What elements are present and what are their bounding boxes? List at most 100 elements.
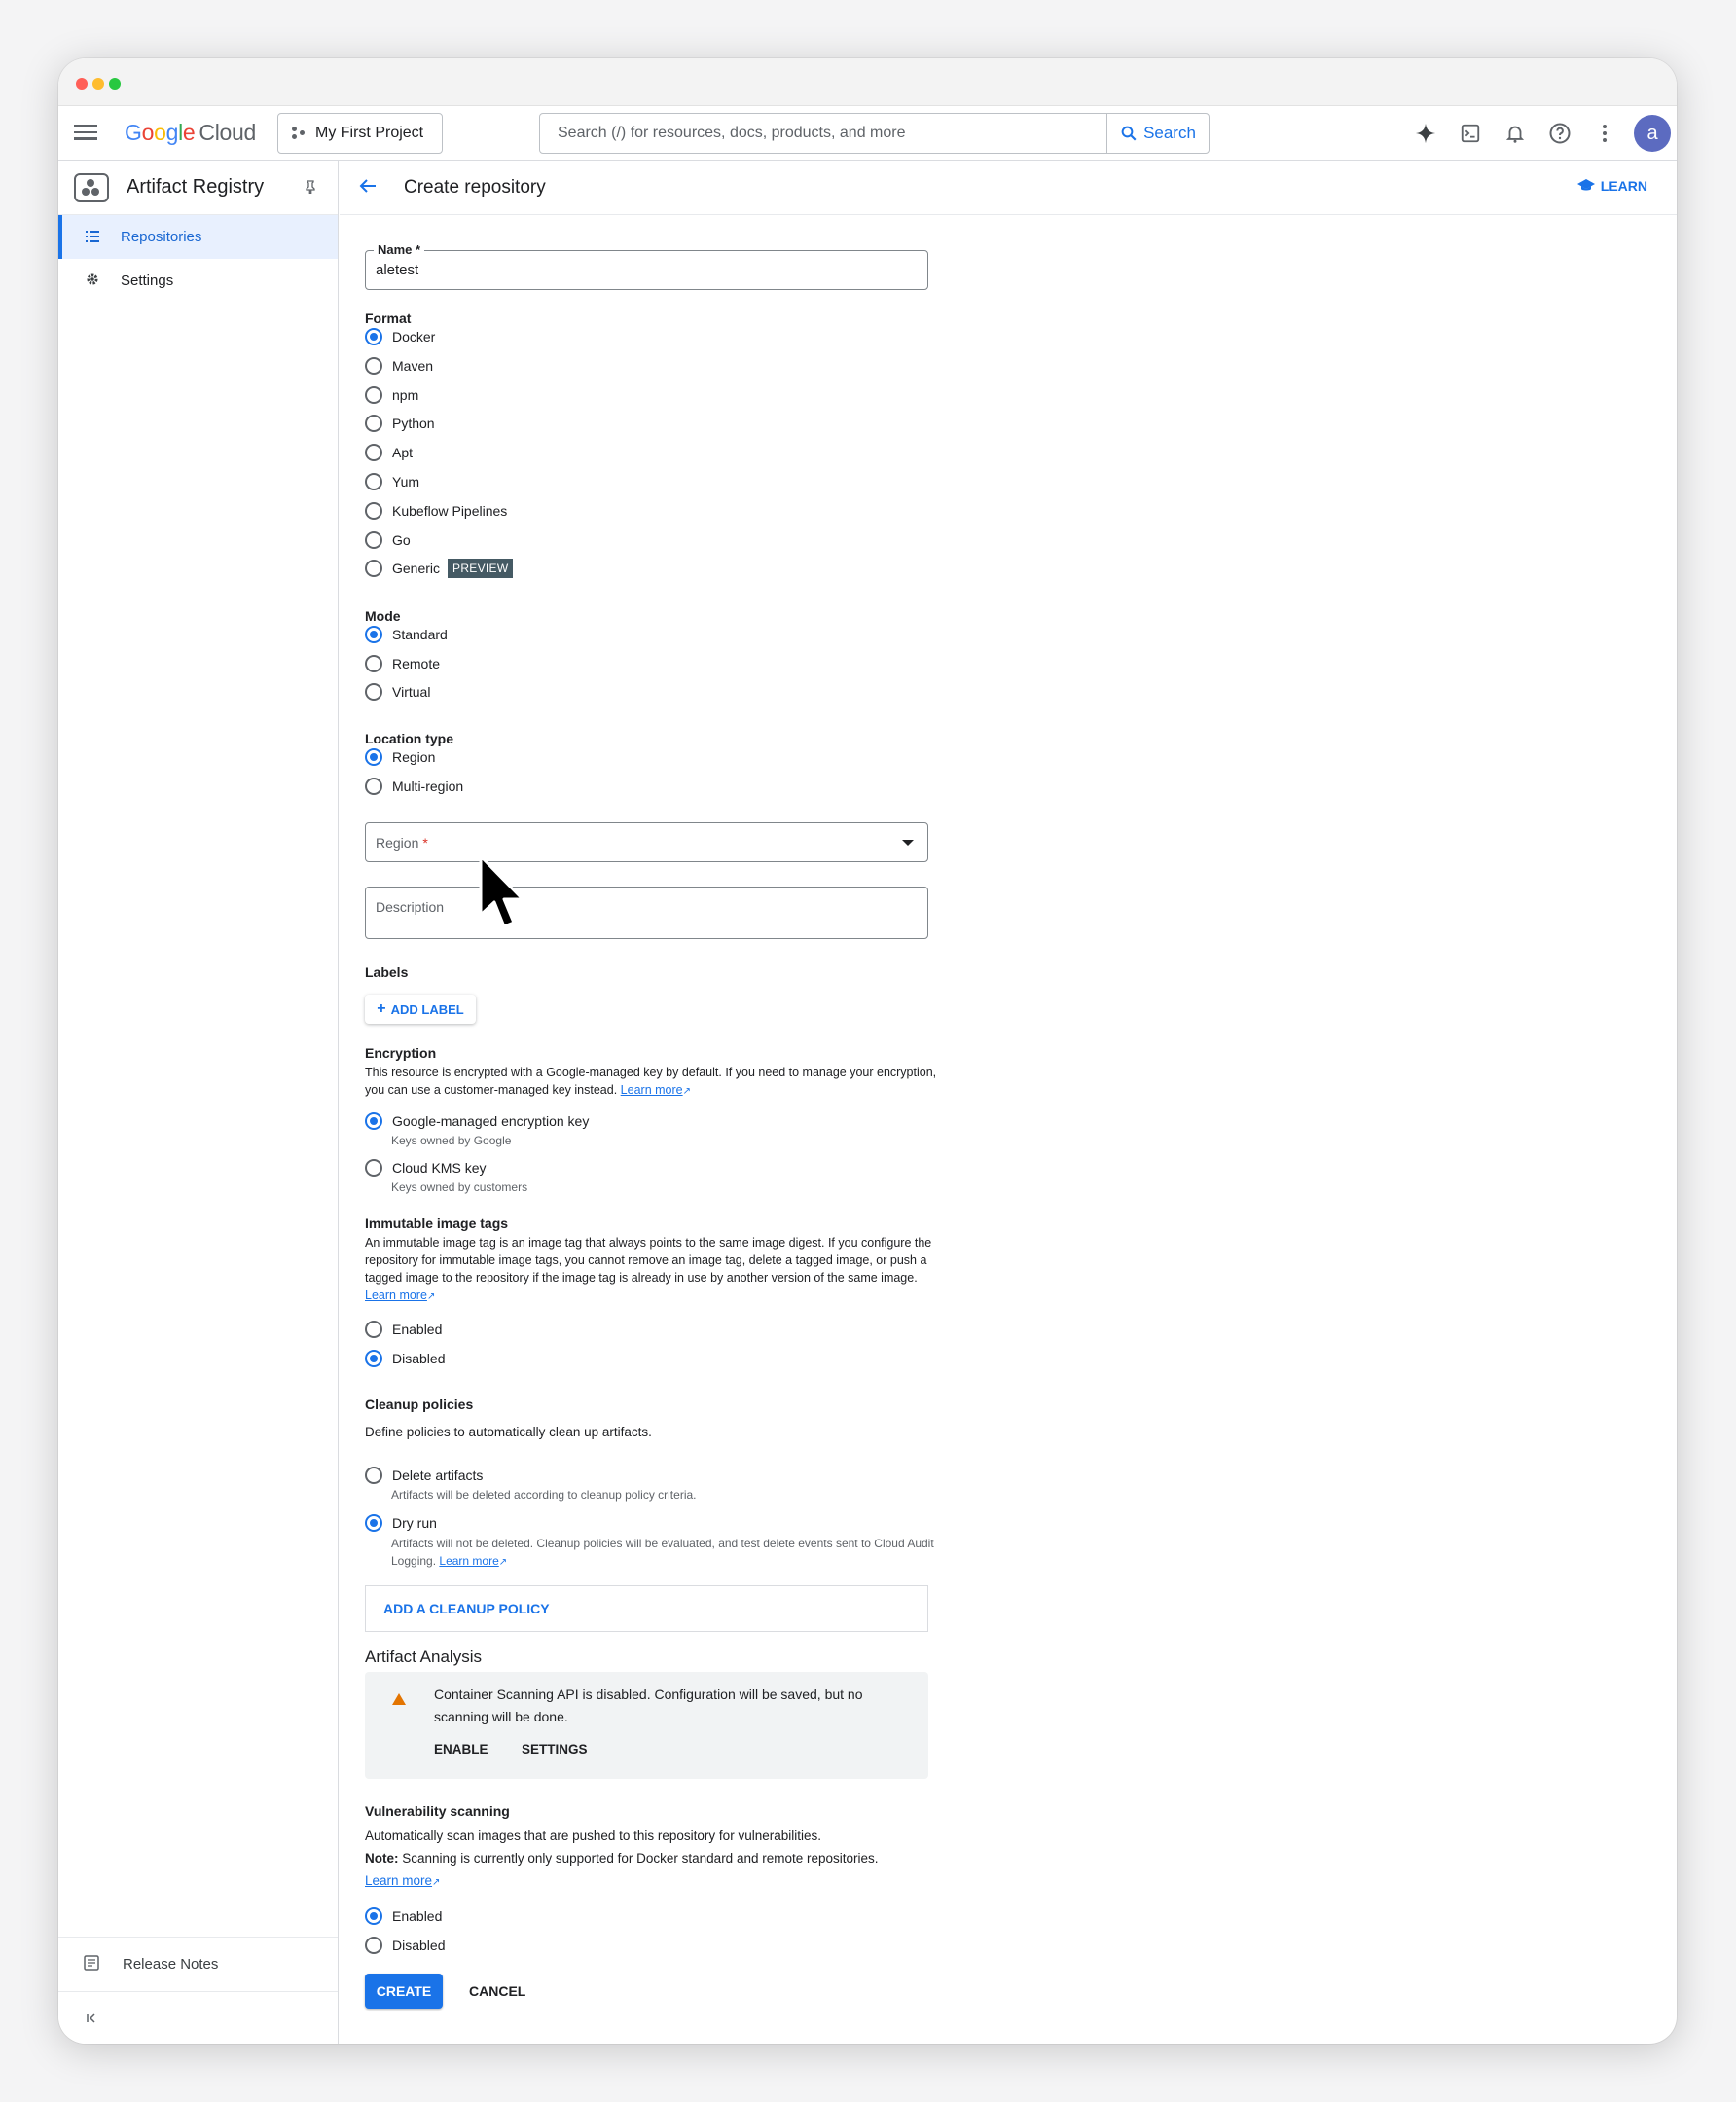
radio-button[interactable] (365, 1112, 382, 1130)
description-placeholder: Description (376, 899, 445, 915)
radio-label: Disabled (392, 1938, 446, 1953)
encryption-radio-google-managed[interactable]: Google-managed encryption key (365, 1110, 589, 1132)
cleanup-radio-delete[interactable]: Delete artifacts (365, 1465, 483, 1486)
name-label: Name * (374, 242, 425, 257)
radio-label: Cloud KMS key (392, 1160, 487, 1176)
region-select[interactable]: Region * (365, 822, 928, 862)
name-field: Name * (365, 242, 928, 290)
release-notes-link[interactable]: Release Notes (58, 1937, 338, 1991)
immutable-radio-enabled[interactable]: Enabled (365, 1319, 442, 1340)
mode-radio-standard[interactable]: Standard (365, 624, 448, 645)
vuln-note: Note: Scanning is currently only support… (365, 1847, 949, 1869)
format-radio-maven[interactable]: Maven (365, 355, 433, 377)
back-arrow-icon[interactable] (359, 175, 377, 200)
radio-button[interactable] (365, 655, 382, 672)
radio-button[interactable] (365, 1321, 382, 1338)
location-radio-multi-region[interactable]: Multi-region (365, 776, 463, 797)
close-window-button[interactable] (76, 78, 88, 90)
description-textarea[interactable]: Description (365, 887, 928, 939)
more-vert-icon[interactable] (1589, 115, 1620, 152)
enable-button[interactable]: ENABLE (434, 1742, 488, 1757)
format-radio-generic[interactable]: Generic PREVIEW (365, 558, 514, 579)
mode-radio-virtual[interactable]: Virtual (365, 681, 430, 703)
search-input[interactable] (540, 114, 1106, 153)
radio-button[interactable] (365, 1350, 382, 1367)
immutable-learn-more-link[interactable]: Learn more (365, 1288, 427, 1302)
settings-button[interactable]: SETTINGS (522, 1742, 588, 1757)
radio-button[interactable] (365, 1159, 382, 1177)
google-cloud-logo[interactable]: Google Cloud (125, 120, 256, 146)
encryption-radio-kms[interactable]: Cloud KMS key (365, 1157, 486, 1178)
gemini-sparkle-icon[interactable] (1410, 115, 1441, 152)
immutable-tags-label: Immutable image tags (365, 1215, 509, 1231)
cleanup-learn-more-link[interactable]: Learn more (439, 1554, 498, 1568)
radio-button[interactable] (365, 328, 382, 345)
minimize-window-button[interactable] (92, 78, 104, 90)
browser-window: Google Cloud My First Project Search (/)… (58, 58, 1677, 2044)
cancel-button[interactable]: CANCEL (469, 1974, 525, 2009)
collapse-sidebar-button[interactable] (58, 1991, 338, 2044)
vuln-radio-enabled[interactable]: Enabled (365, 1905, 442, 1927)
account-avatar[interactable]: a (1634, 115, 1671, 152)
vuln-learn-more-link[interactable]: Learn more (365, 1873, 432, 1888)
top-icons: a (1410, 115, 1671, 152)
vuln-note-bold: Note: (365, 1851, 399, 1866)
notifications-bell-icon[interactable] (1500, 115, 1531, 152)
warning-text: Container Scanning API is disabled. Conf… (434, 1686, 863, 1724)
radio-label: Maven (392, 358, 434, 374)
radio-button[interactable] (365, 778, 382, 795)
sidebar-item-repositories[interactable]: Repositories (58, 215, 338, 259)
menu-icon[interactable] (74, 122, 97, 145)
search-button[interactable]: Search (1106, 114, 1209, 153)
cleanup-radio-dry-run[interactable]: Dry run (365, 1512, 437, 1534)
radio-button[interactable] (365, 386, 382, 404)
format-radio-kubeflow[interactable]: Kubeflow Pipelines (365, 500, 507, 522)
project-picker-button[interactable]: My First Project (277, 113, 443, 154)
add-label-button[interactable]: + ADD LABEL (365, 995, 476, 1024)
format-radio-go[interactable]: Go (365, 529, 411, 551)
radio-button[interactable] (365, 1467, 382, 1484)
format-radio-python[interactable]: Python (365, 413, 435, 434)
radio-label: npm (392, 387, 419, 403)
radio-button[interactable] (365, 444, 382, 461)
learn-button[interactable]: LEARN (1576, 178, 1647, 194)
format-radio-npm[interactable]: npm (365, 384, 418, 406)
radio-button[interactable] (365, 1937, 382, 1954)
format-radio-docker[interactable]: Docker (365, 326, 435, 347)
add-cleanup-policy-button[interactable]: ADD A CLEANUP POLICY (365, 1585, 928, 1632)
radio-button[interactable] (365, 1907, 382, 1925)
cloud-shell-icon[interactable] (1455, 115, 1486, 152)
radio-button[interactable] (365, 1514, 382, 1532)
format-radio-yum[interactable]: Yum (365, 471, 419, 492)
radio-button[interactable] (365, 626, 382, 643)
scanning-warning-banner: Container Scanning API is disabled. Conf… (365, 1672, 928, 1779)
mouse-pointer-icon (479, 854, 524, 928)
format-radio-apt[interactable]: Apt (365, 442, 413, 463)
radio-label: Python (392, 416, 435, 431)
sidebar: Artifact Registry Repositories Settings … (58, 161, 339, 2044)
radio-button[interactable] (365, 357, 382, 375)
name-input[interactable] (366, 251, 927, 289)
list-icon (84, 230, 101, 245)
sidebar-item-settings[interactable]: Settings (58, 259, 338, 303)
create-button[interactable]: CREATE (365, 1974, 443, 2009)
encryption-learn-more-link[interactable]: Learn more (621, 1083, 683, 1097)
vuln-text: Automatically scan images that are pushe… (365, 1829, 821, 1843)
help-icon[interactable] (1544, 115, 1575, 152)
radio-button[interactable] (365, 415, 382, 432)
radio-label: Remote (392, 656, 441, 671)
radio-button[interactable] (365, 748, 382, 766)
mode-radio-remote[interactable]: Remote (365, 653, 440, 674)
radio-button[interactable] (365, 473, 382, 490)
radio-button[interactable] (365, 683, 382, 701)
vuln-radio-disabled[interactable]: Disabled (365, 1935, 445, 1956)
immutable-radio-disabled[interactable]: Disabled (365, 1348, 445, 1369)
maximize-window-button[interactable] (109, 78, 121, 90)
sidebar-header: Artifact Registry (58, 161, 338, 215)
radio-button[interactable] (365, 502, 382, 520)
location-radio-region[interactable]: Region (365, 746, 435, 768)
vuln-note-text: Scanning is currently only supported for… (402, 1851, 879, 1866)
radio-button[interactable] (365, 531, 382, 549)
radio-button[interactable] (365, 560, 382, 577)
pin-icon[interactable] (305, 180, 316, 197)
